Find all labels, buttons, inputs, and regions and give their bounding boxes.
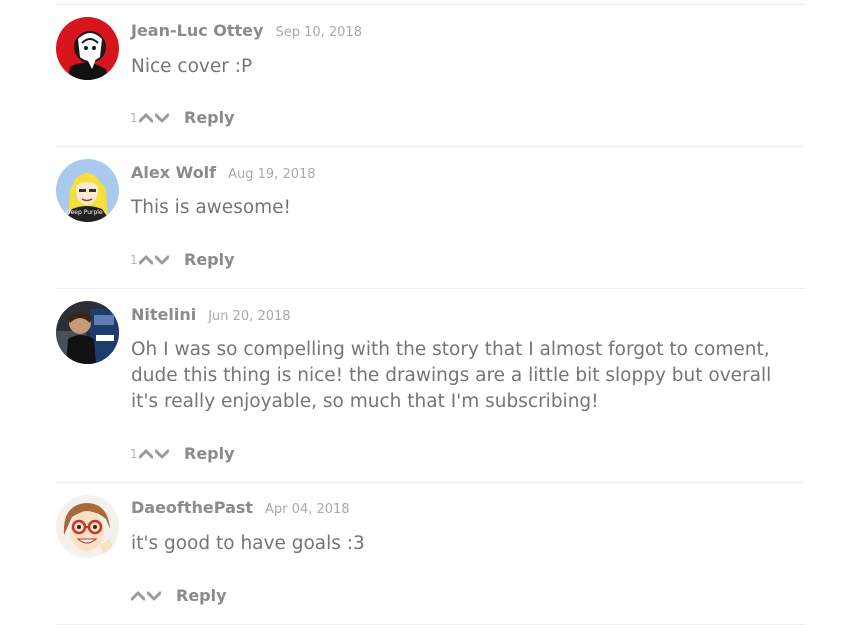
- chevron-down-icon[interactable]: [154, 252, 170, 268]
- divider: [56, 624, 805, 625]
- avatar[interactable]: [56, 17, 119, 80]
- chevron-up-icon[interactable]: [138, 252, 154, 268]
- comment-author[interactable]: Nitelini: [131, 305, 196, 324]
- comment-date: Aug 19, 2018: [228, 167, 316, 182]
- comment-author[interactable]: DaeofthePast: [131, 498, 253, 517]
- vote-count: 1: [130, 110, 138, 125]
- comment-actions: 1 Reply: [130, 250, 235, 269]
- divider: [56, 482, 805, 483]
- reply-button[interactable]: Reply: [184, 444, 235, 463]
- chevron-up-icon[interactable]: [130, 588, 146, 604]
- avatar[interactable]: [56, 495, 119, 558]
- reply-button[interactable]: Reply: [184, 250, 235, 269]
- avatar-caption: Deep Purple: [66, 209, 103, 216]
- comment-date: Apr 04, 2018: [265, 502, 350, 517]
- comment-text: Nice cover :P: [131, 56, 253, 77]
- chevron-down-icon[interactable]: [146, 588, 162, 604]
- comment-text: This is awesome!: [131, 197, 291, 218]
- divider: [56, 288, 805, 289]
- divider: [56, 4, 805, 5]
- chevron-up-icon[interactable]: [138, 446, 154, 462]
- comment-text: Oh I was so compelling with the story th…: [131, 339, 772, 412]
- avatar[interactable]: Deep Purple: [56, 159, 119, 222]
- comment-author[interactable]: Alex Wolf: [131, 163, 216, 182]
- vote-count: 1: [130, 252, 138, 267]
- reply-button[interactable]: Reply: [176, 586, 227, 605]
- comment-date: Jun 20, 2018: [208, 309, 291, 324]
- comment-header: Nitelini Jun 20, 2018: [131, 305, 291, 324]
- comment-author[interactable]: Jean-Luc Ottey: [131, 21, 263, 40]
- comment-date: Sep 10, 2018: [275, 25, 362, 40]
- chevron-down-icon[interactable]: [154, 110, 170, 126]
- divider: [56, 146, 805, 147]
- vote-count: 1: [130, 446, 138, 461]
- comment-actions: Reply: [130, 586, 227, 605]
- chevron-down-icon[interactable]: [154, 446, 170, 462]
- chevron-up-icon[interactable]: [138, 110, 154, 126]
- reply-button[interactable]: Reply: [184, 108, 235, 127]
- comment-header: Jean-Luc Ottey Sep 10, 2018: [131, 21, 362, 40]
- avatar[interactable]: [56, 301, 119, 364]
- comment-text: it's good to have goals :3: [131, 533, 365, 554]
- comment-header: Alex Wolf Aug 19, 2018: [131, 163, 316, 182]
- comment-header: DaeofthePast Apr 04, 2018: [131, 498, 350, 517]
- comment-actions: 1 Reply: [130, 444, 235, 463]
- comment-actions: 1 Reply: [130, 108, 235, 127]
